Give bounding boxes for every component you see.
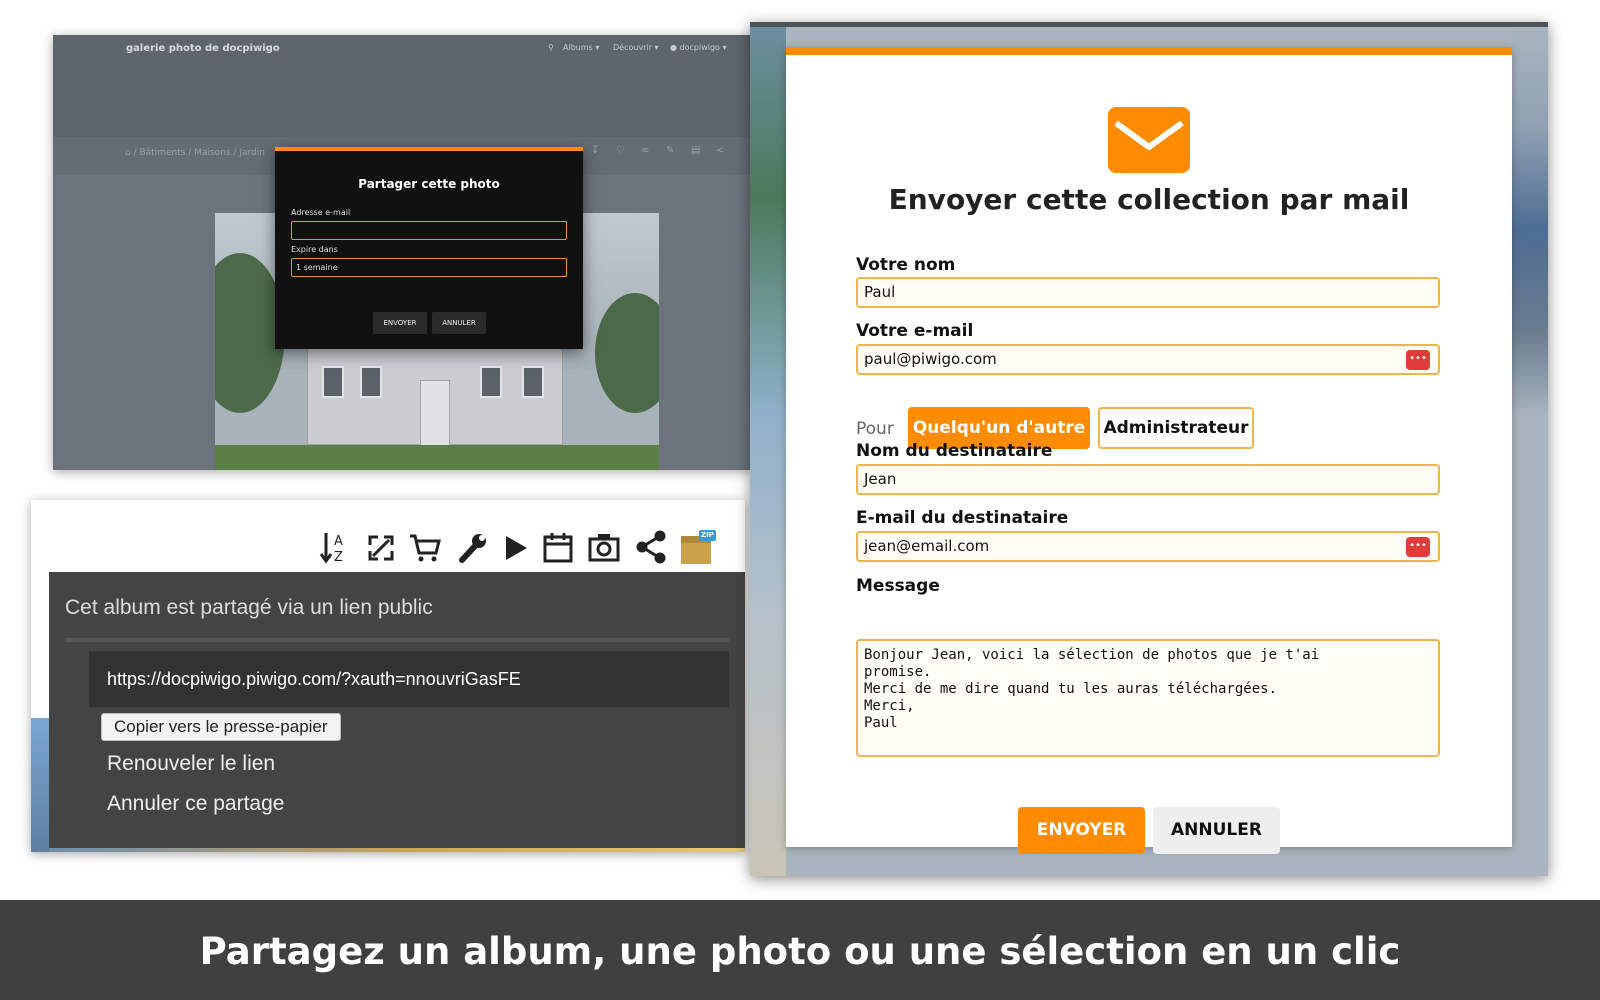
your-email-label: Votre e-mail xyxy=(856,321,974,341)
svg-text:A: A xyxy=(334,534,343,549)
cart-icon[interactable] xyxy=(409,533,441,563)
nav-search-icon[interactable]: ⚲ xyxy=(548,43,554,52)
option-administrator[interactable]: Administrateur xyxy=(1098,407,1254,449)
fullscreen-icon[interactable] xyxy=(367,534,395,562)
background-photo-left xyxy=(750,27,786,876)
svg-text:Z: Z xyxy=(334,550,343,564)
shared-album-title: Cet album est partagé via un lien public xyxy=(65,596,433,619)
password-manager-icon[interactable]: ••• xyxy=(1406,350,1430,370)
recipient-email-value: jean@email.com xyxy=(864,537,990,555)
user-icon: ● xyxy=(670,43,677,52)
photo-window xyxy=(360,366,382,398)
banner-caption: Partagez un album, une photo ou une séle… xyxy=(199,930,1401,973)
breadcrumb: ⌂ / Bâtiments / Maisons / Jardin xyxy=(125,148,265,158)
wrench-icon[interactable] xyxy=(457,532,487,564)
recipient-email-field[interactable]: jean@email.com ••• xyxy=(856,531,1440,562)
password-manager-icon[interactable]: ••• xyxy=(1406,537,1430,557)
background-photo-right xyxy=(1512,27,1548,876)
recipient-type-label: Pour xyxy=(856,419,894,439)
send-button[interactable]: ENVOYER xyxy=(1018,807,1145,854)
copy-to-clipboard-button[interactable]: Copier vers le presse-papier xyxy=(101,713,341,741)
public-link-url[interactable]: https://docpiwigo.piwigo.com/?xauth=nnou… xyxy=(89,651,729,707)
recipient-name-input[interactable]: Jean xyxy=(856,464,1440,495)
zip-label: ZIP xyxy=(701,531,714,539)
calendar-icon[interactable] xyxy=(543,531,573,563)
public-link-panel: A Z ZIP Cet album est partagé via un lie… xyxy=(31,500,745,852)
photo-window xyxy=(522,366,544,398)
modal-cancel-button[interactable]: ANNULER xyxy=(432,312,486,334)
background-photo-strip xyxy=(31,718,49,852)
message-textarea[interactable]: Bonjour Jean, voici la sélection de phot… xyxy=(856,639,1440,757)
title-separator xyxy=(65,638,729,642)
recipient-name-label: Nom du destinataire xyxy=(856,441,1053,461)
photo-window xyxy=(480,366,502,398)
nav-discover[interactable]: Découvrir ▾ xyxy=(613,43,659,52)
form-title: Envoyer cette collection par mail xyxy=(888,183,1410,216)
email-form-card: Envoyer cette collection par mail Votre … xyxy=(786,47,1512,854)
nav-user-label: docpiwigo xyxy=(679,43,720,52)
message-label: Message xyxy=(856,576,940,596)
share-photo-modal: Partager cette photo Adresse e-mail Expi… xyxy=(275,147,583,349)
your-name-input[interactable]: Paul xyxy=(856,277,1440,308)
modal-send-button[interactable]: ENVOYER xyxy=(373,312,427,334)
photo-door xyxy=(420,380,450,446)
share-icon[interactable] xyxy=(634,530,668,564)
nav-albums-label: Albums xyxy=(563,43,593,52)
share-icon[interactable]: < xyxy=(716,145,724,156)
your-email-field[interactable]: paul@piwigo.com ••• xyxy=(856,344,1440,375)
renew-link-button[interactable]: Renouveler le lien xyxy=(107,752,275,776)
email-address-input[interactable] xyxy=(291,221,567,240)
photo-share-panel: galerie photo de docpiwigo ⚲ Albums ▾ Dé… xyxy=(53,35,753,470)
play-icon[interactable] xyxy=(503,534,529,562)
photo-window xyxy=(322,366,344,398)
your-name-label: Votre nom xyxy=(856,255,956,275)
your-email-value: paul@piwigo.com xyxy=(864,350,997,368)
breadcrumb-item[interactable]: Bâtiments xyxy=(139,148,185,158)
envelope-icon xyxy=(1108,107,1190,173)
photo-lawn xyxy=(215,445,659,470)
nav-user[interactable]: ● docpiwigo ▾ xyxy=(670,43,727,52)
favorite-icon[interactable]: ♡ xyxy=(616,145,625,156)
expire-select[interactable]: 1 semaine xyxy=(291,258,567,277)
shared-link-box: Cet album est partagé via un lien public… xyxy=(49,572,745,848)
email-collection-panel: Envoyer cette collection par mail Votre … xyxy=(750,22,1548,876)
camera-icon[interactable] xyxy=(588,532,620,562)
recipient-email-label: E-mail du destinataire xyxy=(856,508,1069,528)
sort-az-icon[interactable]: A Z xyxy=(319,530,349,564)
caption-banner: Partagez un album, une photo ou une séle… xyxy=(0,900,1600,1000)
nav-albums[interactable]: Albums ▾ xyxy=(563,43,599,52)
link-icon[interactable]: ∞ xyxy=(641,145,649,156)
download-icon[interactable]: ↧ xyxy=(591,145,599,156)
email-address-label: Adresse e-mail xyxy=(291,208,351,217)
edit-icon[interactable]: ✎ xyxy=(666,145,674,156)
site-title[interactable]: galerie photo de docpiwigo xyxy=(126,43,280,54)
cancel-button[interactable]: ANNULER xyxy=(1153,807,1280,854)
expire-label: Expire dans xyxy=(291,245,338,254)
modal-title: Partager cette photo xyxy=(358,177,500,191)
cancel-share-button[interactable]: Annuler ce partage xyxy=(107,792,284,816)
nav-discover-label: Découvrir xyxy=(613,43,652,52)
zip-archive-icon[interactable]: ZIP xyxy=(679,528,717,566)
breadcrumb-item[interactable]: Jardin xyxy=(239,148,265,158)
home-icon[interactable]: ⌂ xyxy=(125,148,131,158)
print-icon[interactable]: ▤ xyxy=(691,145,700,156)
photo-house xyxy=(307,339,563,446)
background-photo-strip xyxy=(49,848,745,852)
breadcrumb-item[interactable]: Maisons xyxy=(194,148,230,158)
